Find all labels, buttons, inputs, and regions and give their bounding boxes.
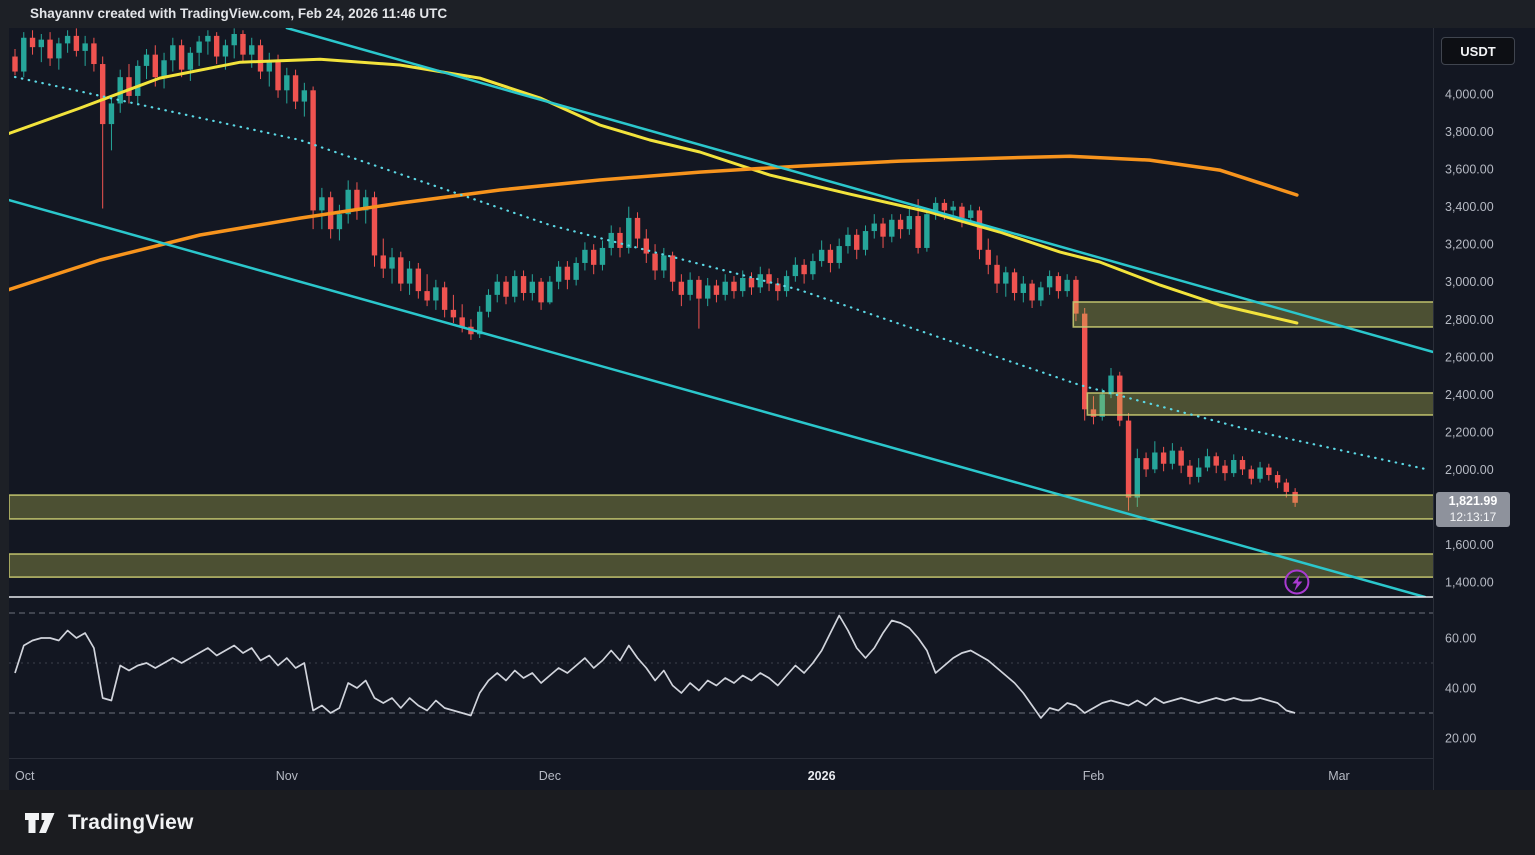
price-tick-label: 3,400.00 (1445, 200, 1494, 214)
price-tick-label: 3,200.00 (1445, 238, 1494, 252)
watermark-attribution: Shayannv created with TradingView.com, F… (0, 0, 1535, 28)
price-tick-label: 3,600.00 (1445, 163, 1494, 177)
resistance-zone-2400 (1087, 393, 1437, 415)
time-tick-label[interactable]: 2026 (808, 769, 836, 783)
price-tick-label: 4,000.00 (1445, 88, 1494, 102)
last-price-badge: 1,821.99 12:13:17 (1436, 492, 1510, 527)
footer-bar: TradingView (0, 790, 1535, 855)
quote-currency-chip[interactable]: USDT (1441, 37, 1515, 65)
support-zone-1450 (9, 554, 1437, 577)
last-price-value: 1,821.99 (1436, 493, 1510, 510)
time-tick-label[interactable]: Nov (276, 769, 299, 783)
rsi-tick-label: 40.00 (1445, 682, 1476, 696)
time-tick-label[interactable]: Mar (1328, 769, 1350, 783)
left-frame-edge (0, 28, 9, 790)
price-tick-label: 2,600.00 (1445, 350, 1494, 364)
price-tick-label: 1,600.00 (1445, 538, 1494, 552)
price-tick-label: 1,400.00 (1445, 575, 1494, 589)
rsi-tick-label: 60.00 (1445, 632, 1476, 646)
price-tick-label: 3,800.00 (1445, 125, 1494, 139)
tradingview-logo[interactable]: TradingView (24, 808, 194, 838)
price-tick-label: 2,000.00 (1445, 463, 1494, 477)
flash-marker[interactable] (1285, 570, 1308, 593)
tradingview-logo-icon (24, 808, 58, 838)
price-and-rsi-chart[interactable]: 4,000.00 3,800.00 3,600.00 3,400.00 3,200.00… (0, 28, 1535, 790)
support-zone-1800 (9, 495, 1437, 519)
time-tick-label[interactable]: Dec (539, 769, 561, 783)
tradingview-chart-screenshot: Shayannv created with TradingView.com, F… (0, 0, 1535, 855)
tradingview-logo-text: TradingView (68, 811, 194, 835)
time-tick-label[interactable]: Oct (15, 769, 35, 783)
price-tick-label: 2,800.00 (1445, 313, 1494, 327)
price-tick-label: 2,200.00 (1445, 425, 1494, 439)
bar-countdown: 12:13:17 (1436, 510, 1510, 525)
time-tick-label[interactable]: Feb (1083, 769, 1105, 783)
chart-area: 4,000.00 3,800.00 3,600.00 3,400.00 3,200.00… (0, 28, 1535, 790)
price-tick-label: 3,000.00 (1445, 275, 1494, 289)
rsi-tick-label: 20.00 (1445, 732, 1476, 746)
price-tick-label: 2,400.00 (1445, 388, 1494, 402)
